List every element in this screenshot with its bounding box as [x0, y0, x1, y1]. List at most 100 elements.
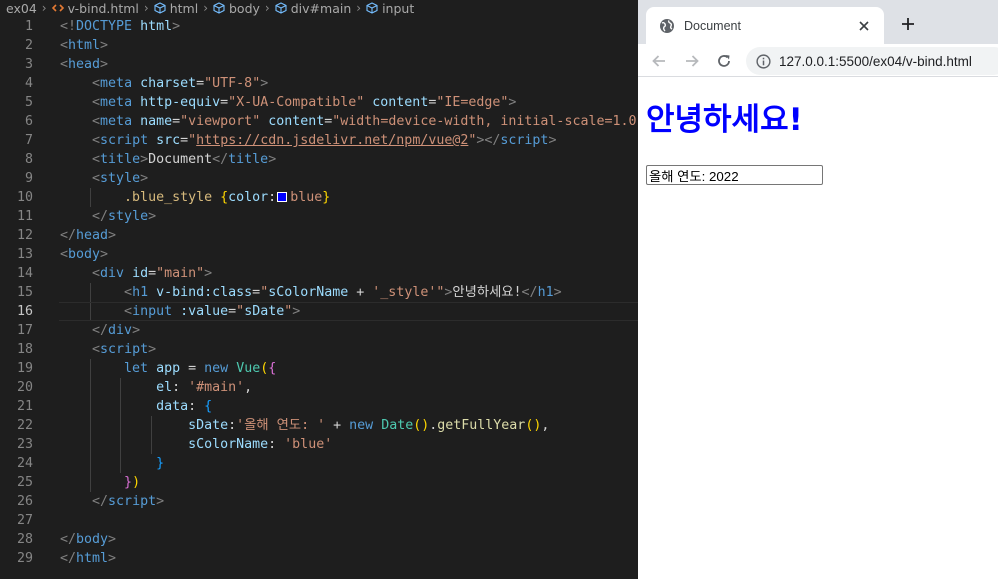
code-line[interactable]: 3 <head> — [0, 55, 638, 74]
close-tab-button[interactable] — [854, 16, 874, 36]
line-number: 18 — [16, 342, 33, 357]
code-line[interactable]: 5 <meta http-equiv="X-UA-Compatible" con… — [0, 93, 638, 112]
code-line[interactable]: 10 .blue_style {color: blue} — [0, 188, 638, 207]
code-token: > — [148, 342, 157, 357]
code-token: div — [108, 323, 133, 338]
code-line[interactable]: 23 sColorName: 'blue' — [0, 435, 638, 454]
line-number: 21 — [16, 399, 33, 414]
code-token: '_style' — [372, 285, 437, 300]
line-number: 6 — [24, 114, 33, 129]
code-line[interactable]: 7 <script src="https://cdn.jsdelivr.net/… — [0, 131, 638, 150]
code-token: color — [228, 190, 269, 205]
code-token: meta — [100, 114, 133, 129]
code-token: = — [220, 95, 229, 110]
code-token: 안녕하세요! — [452, 285, 522, 300]
code-token: : — [228, 418, 237, 433]
line-number: 2 — [24, 38, 33, 53]
code-line[interactable]: 2 <html> — [0, 36, 638, 55]
code-text: sColorName: 'blue' — [60, 435, 332, 454]
breadcrumb-html[interactable]: html — [154, 1, 198, 16]
code-line[interactable]: 25 }) — [0, 473, 638, 492]
code-token: "X-UA-Compatible" — [228, 95, 365, 110]
code-line[interactable]: 27 — [0, 511, 638, 530]
code-token: = — [196, 76, 205, 91]
code-line[interactable]: 9 <style> — [0, 169, 638, 188]
code-line[interactable]: 29 </html> — [0, 549, 638, 568]
code-token: Vue — [236, 361, 261, 376]
reload-icon — [718, 55, 730, 67]
code-token: { — [220, 190, 229, 205]
info-icon[interactable] — [756, 53, 771, 69]
line-number: 22 — [16, 418, 33, 433]
code-token: } — [156, 456, 165, 471]
code-token: < — [92, 133, 101, 148]
code-token: Document — [148, 152, 213, 167]
line-number: 7 — [24, 133, 33, 148]
code-line[interactable]: 13 <body> — [0, 245, 638, 264]
code-line[interactable]: 26 </script> — [0, 492, 638, 511]
code-line[interactable]: 11 </style> — [0, 207, 638, 226]
code-token: 'blue' — [284, 437, 333, 452]
arrow-right-icon — [686, 55, 699, 67]
code-area[interactable]: 1 <!DOCTYPE html> 2 <html> 3 <head> 4 <meta ch… — [0, 17, 638, 568]
code-line[interactable]: 1 <!DOCTYPE html> — [0, 17, 638, 36]
code-line[interactable]: 18 <script> — [0, 340, 638, 359]
code-line[interactable]: 14 <div id="main"> — [0, 264, 638, 283]
code-line[interactable]: 24 } — [0, 454, 638, 473]
code-line[interactable]: 8 <title>Document</title> — [0, 150, 638, 169]
code-token: "width=device-width, initial-scale=1.0" — [332, 114, 638, 129]
breadcrumb-body[interactable]: body — [213, 1, 260, 16]
code-token: = — [228, 304, 237, 319]
arrow-left-icon — [652, 55, 665, 67]
code-line[interactable]: 22 sDate:'올해 연도: ' + new Date().getFullY… — [0, 416, 638, 435]
code-token: style — [100, 171, 141, 186]
code-line[interactable]: 19 let app = new Vue({ — [0, 359, 638, 378]
code-token: script — [100, 342, 149, 357]
code-token: = — [252, 285, 261, 300]
forward-button[interactable] — [680, 49, 704, 73]
code-token: app — [156, 361, 181, 376]
code-editor[interactable]: ex04 › v-bind.html › html › body › div#m… — [0, 0, 638, 579]
tab-title: Document — [684, 18, 741, 33]
code-token: id — [132, 266, 149, 281]
year-input[interactable] — [646, 165, 823, 185]
back-button[interactable] — [647, 49, 671, 73]
code-token: > — [108, 551, 117, 566]
code-line[interactable]: 21 data: { — [0, 397, 638, 416]
code-line[interactable]: 16 <input :value="sDate"> — [0, 302, 638, 321]
code-line[interactable]: 4 <meta charset="UTF-8"> — [0, 74, 638, 93]
code-token: > — [204, 266, 213, 281]
code-token: < — [92, 266, 101, 281]
code-line[interactable]: 12 </head> — [0, 226, 638, 245]
tab-document[interactable]: Document — [646, 7, 884, 44]
line-number: 26 — [16, 494, 33, 509]
code-text: <head> — [60, 55, 108, 74]
code-line[interactable]: 17 </div> — [0, 321, 638, 340]
address-bar[interactable]: 127.0.0.1:5500/ex04/v-bind.html — [746, 47, 998, 75]
url-text[interactable]: 127.0.0.1:5500/ex04/v-bind.html — [779, 54, 972, 69]
code-text: <meta http-equiv="X-UA-Compatible" conte… — [60, 93, 516, 112]
breadcrumb-file[interactable]: v-bind.html — [51, 1, 139, 16]
code-token: = — [180, 133, 189, 148]
cube-icon — [213, 2, 225, 14]
code-token: body — [76, 532, 109, 547]
page-heading: 안녕하세요! — [646, 102, 803, 138]
code-line[interactable]: 20 el: '#main', — [0, 378, 638, 397]
new-tab-button[interactable] — [896, 12, 920, 36]
code-token: () — [525, 418, 542, 433]
code-line[interactable]: 28 </body> — [0, 530, 638, 549]
code-line[interactable]: 6 <meta name="viewport" content="width=d… — [0, 112, 638, 131]
code-line[interactable]: 15 <h1 v-bind:class="sColorName + '_styl… — [0, 283, 638, 302]
reload-button[interactable] — [712, 49, 736, 73]
breadcrumb: ex04 › v-bind.html › html › body › div#m… — [0, 0, 638, 16]
breadcrumb-div-main[interactable]: div#main — [275, 1, 351, 16]
code-token: > — [553, 285, 562, 300]
color-swatch[interactable] — [277, 192, 288, 202]
breadcrumb-input[interactable]: input — [366, 1, 414, 16]
breadcrumb-folder[interactable]: ex04 — [6, 1, 37, 16]
code-token: < — [60, 38, 69, 53]
